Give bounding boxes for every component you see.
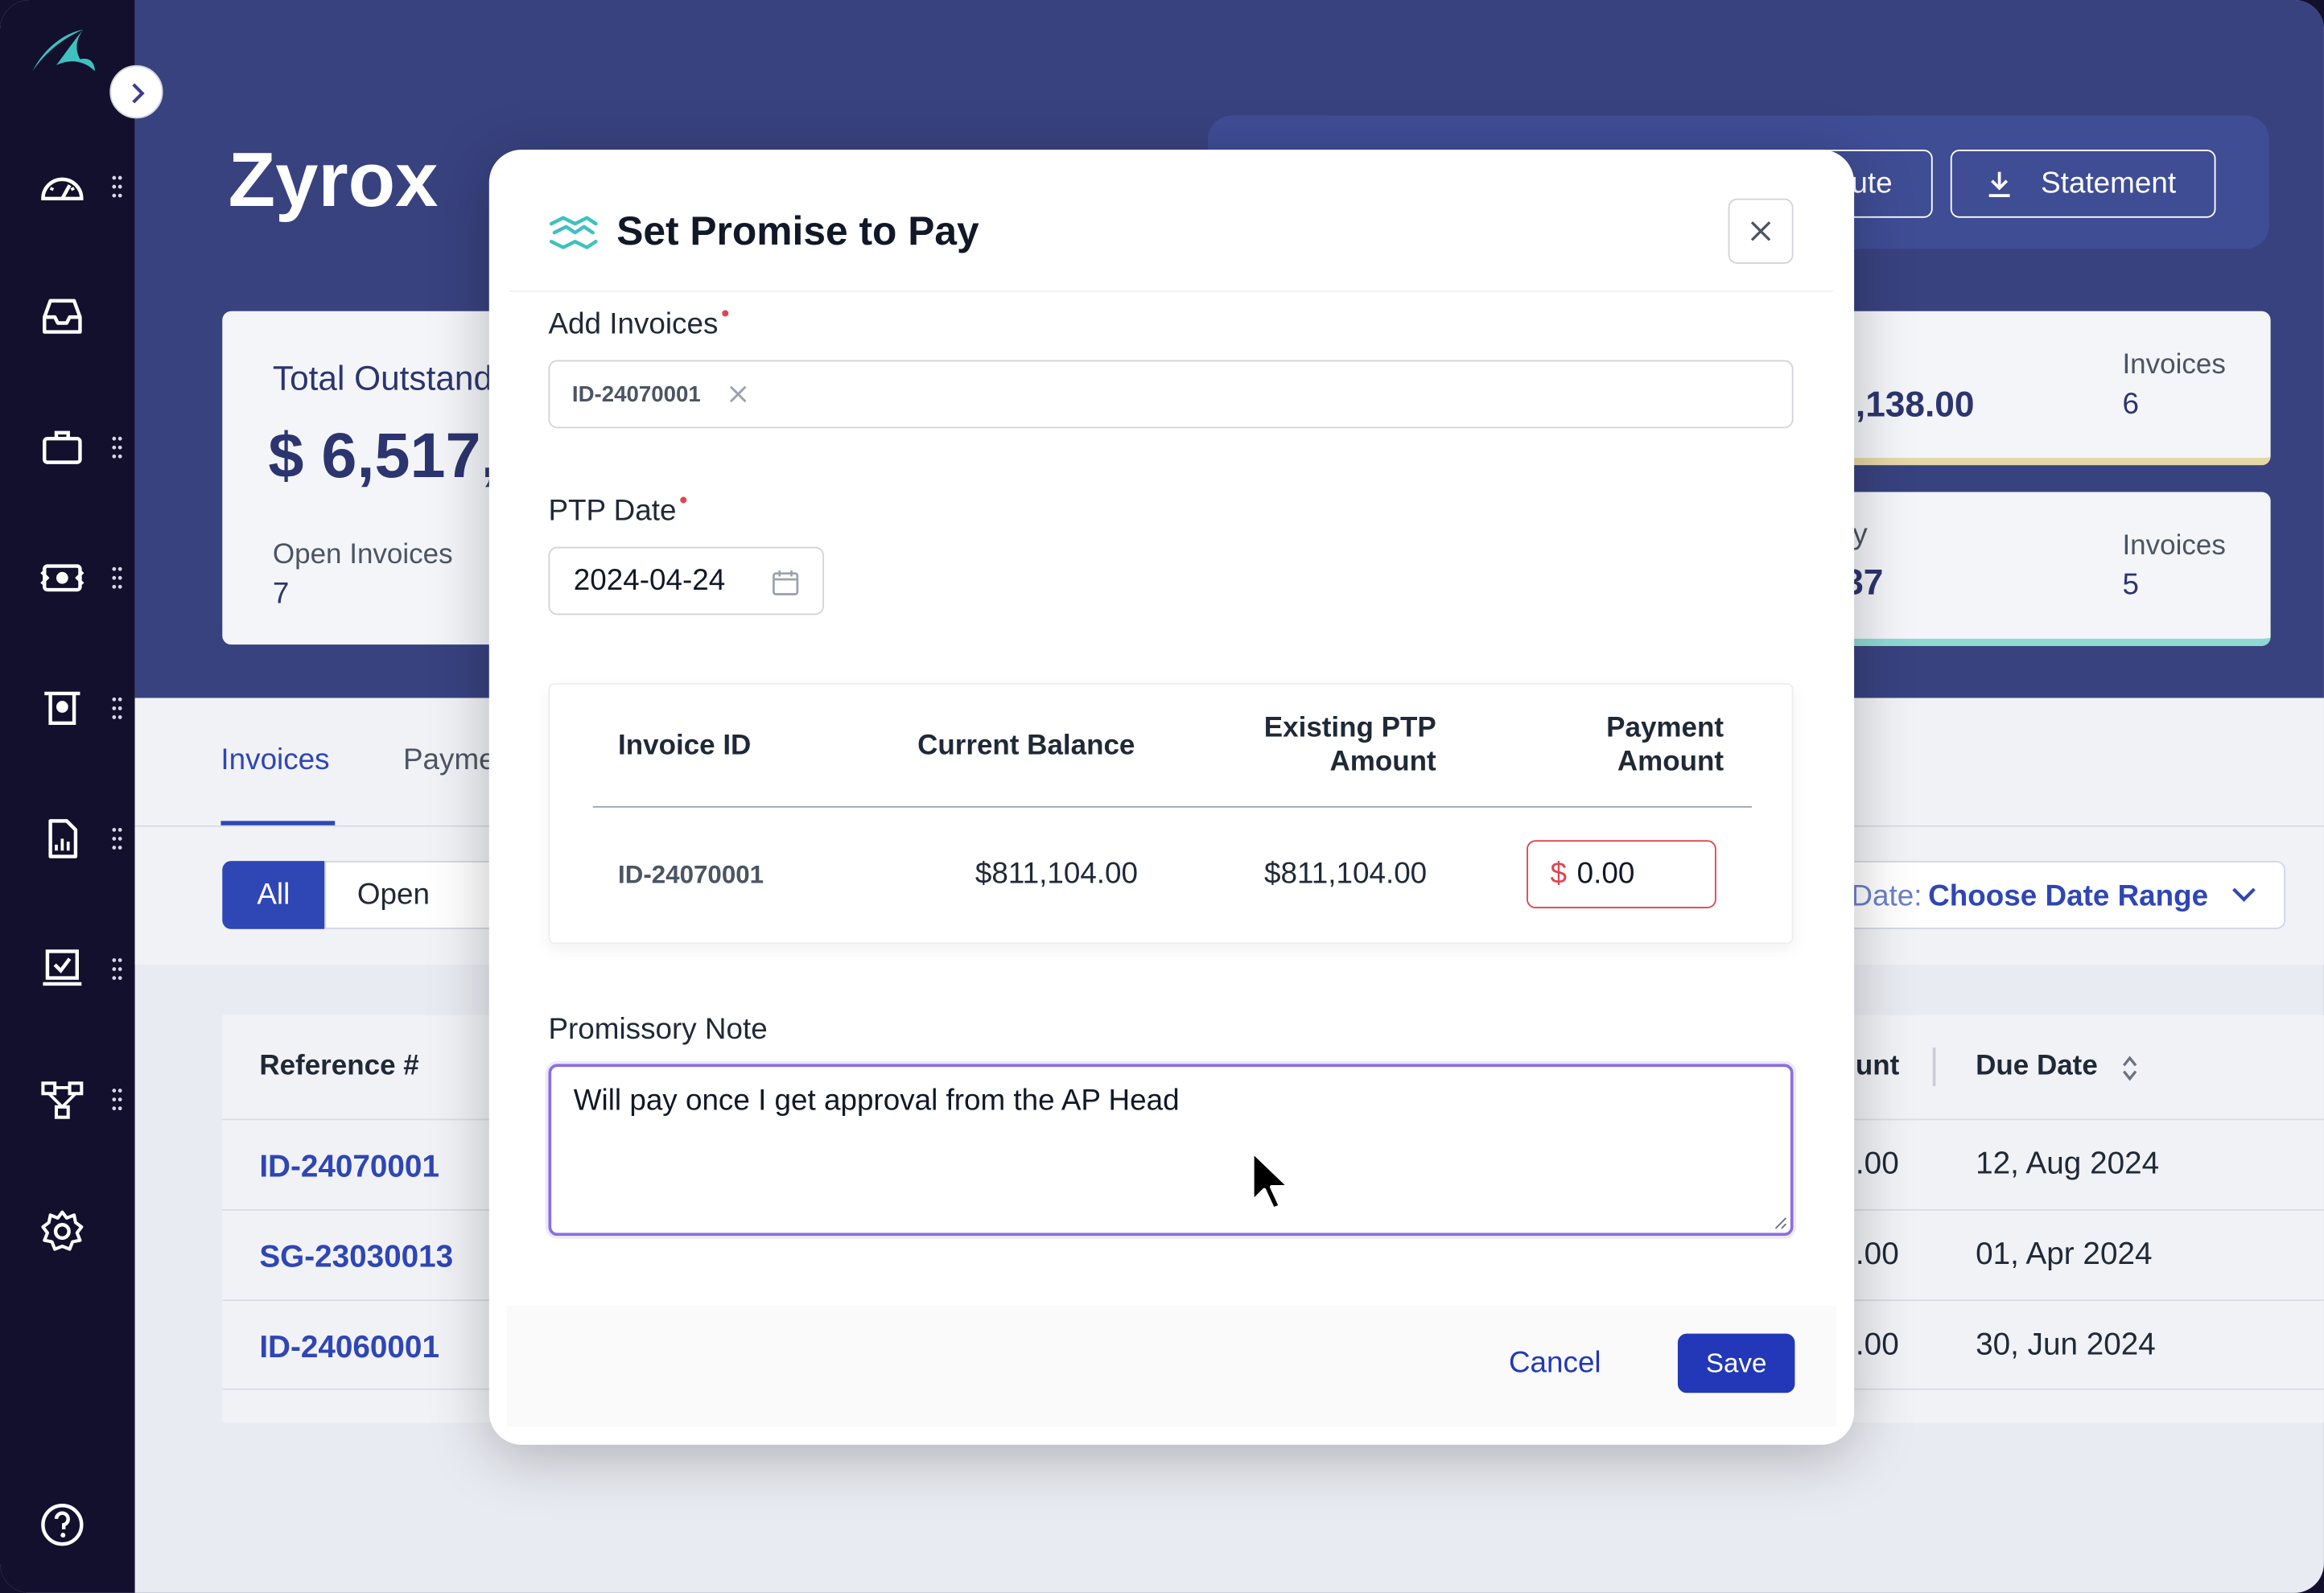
table-row-due-date: 30, Jun 2024 bbox=[1976, 1328, 2156, 1362]
payment-amount-input[interactable]: $ 0.00 bbox=[1527, 840, 1716, 909]
existing-ptp-header-line1: Existing PTP bbox=[1263, 712, 1436, 744]
statement-button-label: Statement bbox=[2041, 167, 2177, 200]
sort-icon[interactable] bbox=[2120, 1054, 2141, 1084]
aging-card-a-invoices-label: Invoices bbox=[2122, 349, 2226, 381]
table-row-due-date: 12, Aug 2024 bbox=[1976, 1146, 2160, 1181]
app-window: Zyrox ute Statement Total Outstand $ 6,5… bbox=[0, 0, 2324, 1593]
date-range-filter[interactable]: Date: Choose Date Range bbox=[1778, 861, 2286, 929]
statement-button[interactable]: Statement bbox=[1950, 150, 2216, 218]
table-row-ref-link[interactable]: SG-23030013 bbox=[259, 1241, 453, 1276]
company-name: Zyrox bbox=[228, 138, 439, 224]
total-outstanding-label: Total Outstand bbox=[272, 358, 493, 397]
aging-card-a-invoices-value: 6 bbox=[2122, 388, 2139, 422]
receipt-icon[interactable] bbox=[39, 685, 86, 732]
existing-ptp-header-line2: Amount bbox=[1329, 747, 1436, 778]
promise-to-pay-modal: Set Promise to Pay Add Invoices • ID-2407… bbox=[488, 150, 1855, 1445]
modal-footer bbox=[506, 1305, 1836, 1427]
resize-handle-icon[interactable] bbox=[1773, 1215, 1787, 1229]
settings-icon[interactable] bbox=[39, 1208, 86, 1255]
calendar-icon[interactable] bbox=[771, 567, 801, 597]
required-marker: • bbox=[721, 302, 730, 328]
workflow-icon[interactable] bbox=[39, 1076, 86, 1123]
filter-all[interactable]: All bbox=[222, 861, 325, 929]
close-button[interactable] bbox=[1728, 198, 1794, 264]
briefcase-icon[interactable] bbox=[39, 424, 86, 471]
logo-icon[interactable] bbox=[30, 27, 98, 77]
promissory-note-label: Promissory Note bbox=[548, 1013, 768, 1047]
download-icon bbox=[1988, 171, 2010, 197]
currency-symbol: $ bbox=[1550, 858, 1568, 891]
promissory-note-textarea[interactable]: Will pay once I get approval from the AP… bbox=[548, 1064, 1794, 1237]
total-outstanding-value: $ 6,517, bbox=[268, 421, 499, 492]
payment-amount-header-line1: Payment bbox=[1606, 712, 1724, 744]
expand-sidebar-button[interactable] bbox=[109, 65, 163, 119]
modal-title: Set Promise to Pay bbox=[616, 208, 979, 253]
chevron-down-icon bbox=[2232, 887, 2256, 902]
current-balance-header: Current Balance bbox=[917, 731, 1135, 762]
reference-column-header[interactable]: Reference # bbox=[259, 1051, 418, 1084]
ptp-date-value: 2024-04-24 bbox=[573, 564, 726, 598]
invoice-id-header: Invoice ID bbox=[618, 731, 752, 762]
drag-handle-icon[interactable] bbox=[111, 827, 123, 850]
dispute-button-label: ute bbox=[1851, 167, 1893, 200]
drag-handle-icon[interactable] bbox=[111, 175, 123, 198]
table-row-amount: .00 bbox=[1855, 1146, 1899, 1181]
cancel-button[interactable]: Cancel bbox=[1509, 1347, 1601, 1381]
aging-card-b-invoices-value: 5 bbox=[2122, 569, 2139, 602]
amount-column-header[interactable]: unt bbox=[1856, 1051, 1899, 1084]
table-row-amount: .00 bbox=[1855, 1328, 1899, 1362]
filter-open[interactable]: Open bbox=[324, 861, 503, 929]
aging-card-a-amount: ),138.00 bbox=[1844, 385, 1975, 426]
table-row-ref-link[interactable]: ID-24060001 bbox=[259, 1331, 439, 1366]
invoice-chip-label: ID-24070001 bbox=[571, 382, 701, 408]
row-existing-ptp: $811,104.00 bbox=[1264, 858, 1428, 891]
tab-payments[interactable]: Payme bbox=[403, 744, 496, 778]
open-invoices-value: 7 bbox=[272, 578, 290, 611]
column-separator bbox=[1932, 1048, 1936, 1087]
payment-amount-value: 0.00 bbox=[1576, 858, 1635, 891]
tab-invoices[interactable]: Invoices bbox=[220, 744, 329, 778]
dashboard-icon[interactable] bbox=[39, 163, 86, 211]
report-icon[interactable] bbox=[39, 815, 86, 862]
drag-handle-icon[interactable] bbox=[111, 435, 123, 459]
save-button[interactable]: Save bbox=[1677, 1333, 1795, 1393]
open-invoices-label: Open Invoices bbox=[272, 539, 453, 571]
close-icon bbox=[1750, 221, 1771, 241]
table-row-amount: .00 bbox=[1855, 1237, 1899, 1272]
cursor-icon bbox=[1251, 1149, 1292, 1212]
expand-icon bbox=[132, 83, 145, 104]
date-filter-prefix: Date: bbox=[1851, 880, 1922, 913]
date-filter-value: Choose Date Range bbox=[1928, 880, 2209, 913]
ptp-date-input[interactable]: 2024-04-24 bbox=[548, 546, 825, 615]
add-invoices-label: Add Invoices bbox=[548, 308, 719, 341]
required-marker: • bbox=[679, 488, 688, 515]
handshake-icon bbox=[549, 216, 598, 249]
aging-card-b-invoices-label: Invoices bbox=[2122, 530, 2226, 562]
add-invoices-select[interactable]: ID-24070001 bbox=[548, 360, 1794, 429]
aging-card-b-label: y bbox=[1852, 518, 1868, 552]
ptp-date-label-row: PTP Date • bbox=[548, 489, 687, 529]
ptp-date-label: PTP Date bbox=[548, 495, 677, 528]
checklist-icon[interactable] bbox=[39, 945, 86, 993]
payment-amount-header-line2: Amount bbox=[1617, 747, 1724, 778]
drag-handle-icon[interactable] bbox=[111, 957, 123, 981]
add-invoices-label-row: Add Invoices • bbox=[548, 303, 729, 342]
promissory-note-value: Will pay once I get approval from the AP… bbox=[573, 1085, 1180, 1118]
chip-remove-icon[interactable] bbox=[729, 385, 747, 403]
row-current-balance: $811,104.00 bbox=[975, 858, 1139, 891]
ptp-invoice-table: Invoice ID Current Balance Existing PTP … bbox=[548, 683, 1794, 945]
drag-handle-icon[interactable] bbox=[111, 566, 123, 590]
row-invoice-id: ID-24070001 bbox=[618, 861, 764, 890]
drag-handle-icon[interactable] bbox=[111, 697, 123, 720]
payments-icon[interactable] bbox=[39, 554, 86, 602]
inbox-icon[interactable] bbox=[39, 294, 86, 341]
table-header-divider bbox=[592, 805, 1753, 808]
table-row-ref-link[interactable]: ID-24070001 bbox=[259, 1150, 439, 1185]
sidebar bbox=[0, 0, 135, 1593]
help-icon[interactable] bbox=[39, 1501, 86, 1549]
table-row-due-date: 01, Apr 2024 bbox=[1976, 1237, 2153, 1272]
drag-handle-icon[interactable] bbox=[111, 1088, 123, 1111]
due-date-column-header[interactable]: Due Date bbox=[1976, 1051, 2098, 1084]
